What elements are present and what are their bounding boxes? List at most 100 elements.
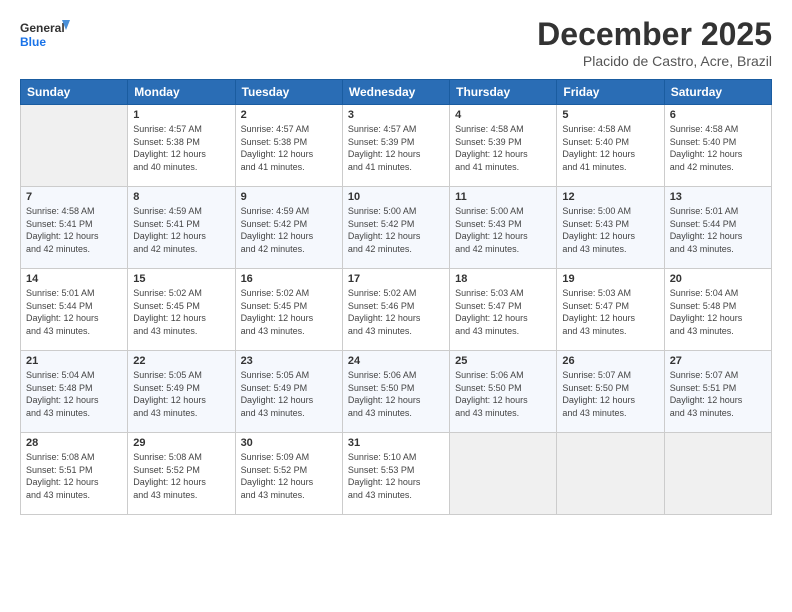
day-info: Sunrise: 5:00 AM Sunset: 5:43 PM Dayligh…: [562, 205, 658, 255]
day-number: 3: [348, 109, 444, 121]
day-number: 29: [133, 437, 229, 449]
month-title: December 2025: [537, 16, 772, 53]
day-info: Sunrise: 5:02 AM Sunset: 5:46 PM Dayligh…: [348, 287, 444, 337]
day-cell: 8 Sunrise: 4:59 AM Sunset: 5:41 PM Daylig…: [128, 187, 235, 269]
logo: General Blue: [20, 16, 70, 58]
day-number: 27: [670, 355, 766, 367]
day-cell: 4Sunrise: 4:58 AM Sunset: 5:39 PM Daylig…: [450, 105, 557, 187]
day-info: Sunrise: 5:04 AM Sunset: 5:48 PM Dayligh…: [670, 287, 766, 337]
day-info: Sunrise: 5:08 AM Sunset: 5:51 PM Dayligh…: [26, 451, 122, 501]
weekday-thursday: Thursday: [450, 80, 557, 105]
day-number: 11: [455, 191, 551, 203]
weekday-wednesday: Wednesday: [342, 80, 449, 105]
day-info: Sunrise: 4:57 AM Sunset: 5:39 PM Dayligh…: [348, 123, 444, 173]
day-info: Sunrise: 5:05 AM Sunset: 5:49 PM Dayligh…: [241, 369, 337, 419]
day-number: 18: [455, 273, 551, 285]
day-info: Sunrise: 5:09 AM Sunset: 5:52 PM Dayligh…: [241, 451, 337, 501]
calendar-body: 1 Sunrise: 4:57 AM Sunset: 5:38 PM Daylig…: [21, 105, 772, 515]
day-info: Sunrise: 5:01 AM Sunset: 5:44 PM Dayligh…: [26, 287, 122, 337]
logo-svg: General Blue: [20, 16, 70, 58]
week-row-1: 1 Sunrise: 4:57 AM Sunset: 5:38 PM Daylig…: [21, 105, 772, 187]
day-number: 1: [133, 109, 229, 121]
weekday-tuesday: Tuesday: [235, 80, 342, 105]
day-number: 4: [455, 109, 551, 121]
day-cell: 13 Sunrise: 5:01 AM Sunset: 5:44 PM Dayli…: [664, 187, 771, 269]
day-info: Sunrise: 5:00 AM Sunset: 5:43 PM Dayligh…: [455, 205, 551, 255]
subtitle: Placido de Castro, Acre, Brazil: [537, 53, 772, 69]
day-info: Sunrise: 5:07 AM Sunset: 5:51 PM Dayligh…: [670, 369, 766, 419]
svg-text:General: General: [20, 21, 65, 35]
day-info: Sunrise: 5:03 AM Sunset: 5:47 PM Dayligh…: [562, 287, 658, 337]
day-info: Sunrise: 5:06 AM Sunset: 5:50 PM Dayligh…: [455, 369, 551, 419]
day-cell: 3 Sunrise: 4:57 AM Sunset: 5:39 PM Daylig…: [342, 105, 449, 187]
day-number: 25: [455, 355, 551, 367]
week-row-4: 21Sunrise: 5:04 AM Sunset: 5:48 PM Dayli…: [21, 351, 772, 433]
day-cell: 26 Sunrise: 5:07 AM Sunset: 5:50 PM Dayli…: [557, 351, 664, 433]
day-info: Sunrise: 5:02 AM Sunset: 5:45 PM Dayligh…: [133, 287, 229, 337]
day-number: 7: [26, 191, 122, 203]
day-info: Sunrise: 5:03 AM Sunset: 5:47 PM Dayligh…: [455, 287, 551, 337]
svg-text:Blue: Blue: [20, 35, 46, 49]
day-cell: 28Sunrise: 5:08 AM Sunset: 5:51 PM Dayli…: [21, 433, 128, 515]
day-cell: 31Sunrise: 5:10 AM Sunset: 5:53 PM Dayli…: [342, 433, 449, 515]
day-number: 8: [133, 191, 229, 203]
day-cell: 17Sunrise: 5:02 AM Sunset: 5:46 PM Dayli…: [342, 269, 449, 351]
day-number: 5: [562, 109, 658, 121]
day-number: 9: [241, 191, 337, 203]
day-info: Sunrise: 4:57 AM Sunset: 5:38 PM Dayligh…: [241, 123, 337, 173]
day-number: 24: [348, 355, 444, 367]
day-cell: 25 Sunrise: 5:06 AM Sunset: 5:50 PM Dayli…: [450, 351, 557, 433]
day-cell: 2 Sunrise: 4:57 AM Sunset: 5:38 PM Daylig…: [235, 105, 342, 187]
day-info: Sunrise: 4:59 AM Sunset: 5:42 PM Dayligh…: [241, 205, 337, 255]
day-number: 26: [562, 355, 658, 367]
day-number: 19: [562, 273, 658, 285]
day-info: Sunrise: 5:10 AM Sunset: 5:53 PM Dayligh…: [348, 451, 444, 501]
header: General Blue December 2025 Placido de Ca…: [20, 16, 772, 69]
weekday-sunday: Sunday: [21, 80, 128, 105]
day-cell: 14 Sunrise: 5:01 AM Sunset: 5:44 PM Dayli…: [21, 269, 128, 351]
day-info: Sunrise: 5:01 AM Sunset: 5:44 PM Dayligh…: [670, 205, 766, 255]
day-cell: 23 Sunrise: 5:05 AM Sunset: 5:49 PM Dayli…: [235, 351, 342, 433]
title-area: December 2025 Placido de Castro, Acre, B…: [537, 16, 772, 69]
weekday-friday: Friday: [557, 80, 664, 105]
day-info: Sunrise: 4:58 AM Sunset: 5:40 PM Dayligh…: [670, 123, 766, 173]
day-info: Sunrise: 4:58 AM Sunset: 5:41 PM Dayligh…: [26, 205, 122, 255]
day-number: 30: [241, 437, 337, 449]
day-info: Sunrise: 5:00 AM Sunset: 5:42 PM Dayligh…: [348, 205, 444, 255]
day-number: 10: [348, 191, 444, 203]
day-number: 14: [26, 273, 122, 285]
day-cell: 24 Sunrise: 5:06 AM Sunset: 5:50 PM Dayli…: [342, 351, 449, 433]
weekday-saturday: Saturday: [664, 80, 771, 105]
day-cell: 20Sunrise: 5:04 AM Sunset: 5:48 PM Dayli…: [664, 269, 771, 351]
day-info: Sunrise: 5:07 AM Sunset: 5:50 PM Dayligh…: [562, 369, 658, 419]
calendar-header: SundayMondayTuesdayWednesdayThursdayFrid…: [21, 80, 772, 105]
day-number: 23: [241, 355, 337, 367]
week-row-5: 28Sunrise: 5:08 AM Sunset: 5:51 PM Dayli…: [21, 433, 772, 515]
day-number: 15: [133, 273, 229, 285]
day-cell: 19 Sunrise: 5:03 AM Sunset: 5:47 PM Dayli…: [557, 269, 664, 351]
day-cell: 15 Sunrise: 5:02 AM Sunset: 5:45 PM Dayli…: [128, 269, 235, 351]
day-cell: 27 Sunrise: 5:07 AM Sunset: 5:51 PM Dayli…: [664, 351, 771, 433]
day-cell: 29 Sunrise: 5:08 AM Sunset: 5:52 PM Dayli…: [128, 433, 235, 515]
day-number: 2: [241, 109, 337, 121]
day-cell: [664, 433, 771, 515]
day-cell: 5 Sunrise: 4:58 AM Sunset: 5:40 PM Daylig…: [557, 105, 664, 187]
day-number: 22: [133, 355, 229, 367]
week-row-3: 14 Sunrise: 5:01 AM Sunset: 5:44 PM Dayli…: [21, 269, 772, 351]
day-cell: 1Sunrise: 4:57 AM Sunset: 5:38 PM Daylig…: [128, 105, 235, 187]
day-info: Sunrise: 5:08 AM Sunset: 5:52 PM Dayligh…: [133, 451, 229, 501]
day-info: Sunrise: 5:06 AM Sunset: 5:50 PM Dayligh…: [348, 369, 444, 419]
day-cell: [450, 433, 557, 515]
day-number: 21: [26, 355, 122, 367]
day-info: Sunrise: 4:59 AM Sunset: 5:41 PM Dayligh…: [133, 205, 229, 255]
day-cell: 10 Sunrise: 5:00 AM Sunset: 5:42 PM Dayli…: [342, 187, 449, 269]
day-number: 13: [670, 191, 766, 203]
day-info: Sunrise: 4:58 AM Sunset: 5:40 PM Dayligh…: [562, 123, 658, 173]
day-number: 6: [670, 109, 766, 121]
page: General Blue December 2025 Placido de Ca…: [0, 0, 792, 525]
day-cell: 9 Sunrise: 4:59 AM Sunset: 5:42 PM Daylig…: [235, 187, 342, 269]
day-cell: 16Sunrise: 5:02 AM Sunset: 5:45 PM Dayli…: [235, 269, 342, 351]
day-info: Sunrise: 5:05 AM Sunset: 5:49 PM Dayligh…: [133, 369, 229, 419]
weekday-row: SundayMondayTuesdayWednesdayThursdayFrid…: [21, 80, 772, 105]
day-cell: 21Sunrise: 5:04 AM Sunset: 5:48 PM Dayli…: [21, 351, 128, 433]
